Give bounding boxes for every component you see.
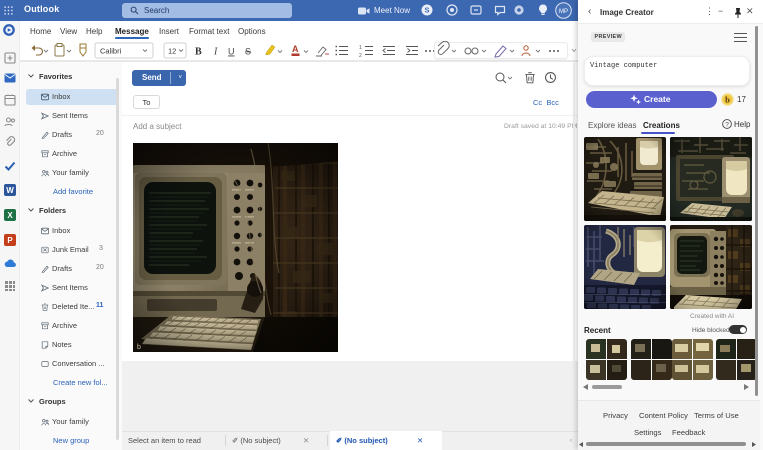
svg-text:b: b [137, 344, 141, 351]
svg-text:b: b [725, 95, 730, 105]
svg-text:P: P [7, 236, 13, 245]
svg-text:S: S [245, 47, 251, 57]
svg-text:Calibri: Calibri [100, 47, 122, 56]
svg-text:?: ? [725, 121, 729, 128]
svg-text:I: I [213, 47, 218, 58]
svg-text:B: B [195, 47, 202, 58]
svg-text:U: U [228, 47, 235, 57]
svg-text:12: 12 [168, 47, 176, 56]
svg-text:A: A [292, 44, 299, 54]
svg-text:W: W [6, 186, 14, 195]
svg-text:MP: MP [559, 9, 568, 15]
svg-text:S: S [424, 6, 429, 15]
svg-text:2: 2 [359, 53, 362, 59]
svg-text:X: X [7, 211, 13, 220]
svg-text:1: 1 [359, 45, 362, 51]
